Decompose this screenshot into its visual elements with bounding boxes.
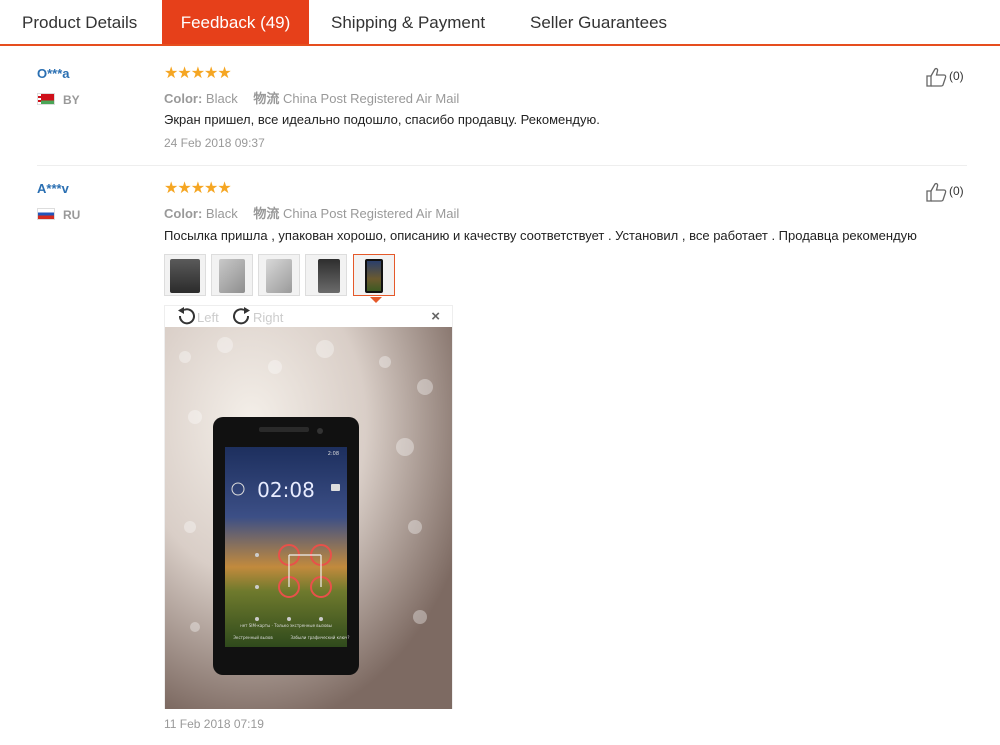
- rotate-right-button[interactable]: Right: [231, 307, 283, 327]
- phone-notice-3: Забыли графический ключ?: [291, 635, 350, 640]
- close-icon[interactable]: ×: [431, 306, 440, 328]
- star-rating: ★★★★★: [164, 65, 232, 82]
- thumbs-up-icon: [926, 67, 947, 87]
- helpful-count: (0): [949, 69, 964, 83]
- tab-product-details[interactable]: Product Details: [22, 0, 137, 44]
- order-info: Color: Black 物流 China Post Registered Ai…: [164, 88, 459, 107]
- rotate-right-icon: [233, 307, 250, 325]
- shipping-label: 物流: [253, 206, 280, 221]
- feedback-text: Посылка пришла , упакован хорошо, описан…: [164, 228, 917, 243]
- photo-thumbnail[interactable]: [211, 254, 253, 296]
- phone-clock: 02:08: [257, 478, 315, 502]
- reviewer-name[interactable]: A***v: [37, 181, 69, 196]
- photo-thumbnail[interactable]: [258, 254, 300, 296]
- reviewer-country: RU: [63, 208, 81, 222]
- helpful-count: (0): [949, 184, 964, 198]
- phone-status-time: 2:08: [328, 451, 339, 457]
- rotate-left-label: Left: [197, 310, 219, 325]
- review-photo: 2:08 02:08 нет SIM-карты · Только экстре…: [165, 327, 452, 709]
- feedback-text: Экран пришел, все идеально подошло, спас…: [164, 112, 600, 127]
- phone-photo-illustration: 2:08 02:08 нет SIM-карты · Только экстре…: [165, 327, 452, 709]
- helpful-button[interactable]: (0): [925, 181, 964, 202]
- phone-notice-2: Экстренный вызов: [233, 635, 273, 640]
- tab-bar: Product Details Feedback (49) Shipping &…: [0, 0, 1000, 46]
- tab-seller-guarantees[interactable]: Seller Guarantees: [530, 0, 667, 44]
- flag-by-icon: [37, 93, 55, 105]
- feedback-date: 24 Feb 2018 09:37: [164, 136, 265, 150]
- rotate-left-button[interactable]: Left: [175, 307, 219, 327]
- flag-ru-icon: [37, 208, 55, 220]
- divider: [37, 165, 967, 166]
- color-label: Color:: [164, 206, 203, 221]
- shipping-value: China Post Registered Air Mail: [282, 206, 460, 221]
- reviewer-name[interactable]: O***a: [37, 66, 70, 81]
- photo-thumbnail-selected[interactable]: [353, 254, 395, 296]
- color-label: Color:: [164, 91, 203, 106]
- viewer-toolbar: Left Right ×: [165, 306, 452, 326]
- selected-thumbnail-pointer: [370, 297, 382, 303]
- rotate-left-icon: [178, 307, 195, 325]
- photo-thumbnail[interactable]: [164, 254, 206, 296]
- feedback-date: 11 Feb 2018 07:19: [164, 717, 264, 731]
- photo-viewer: Left Right × 2:08 02:08 нет SIM-карты · …: [164, 305, 453, 709]
- shipping-label: 物流: [253, 91, 280, 106]
- helpful-button[interactable]: (0): [925, 66, 964, 87]
- color-value: Black: [205, 91, 238, 106]
- phone-notice-1: нет SIM-карты · Только экстренные вызовы: [240, 623, 332, 628]
- order-info: Color: Black 物流 China Post Registered Ai…: [164, 203, 459, 222]
- tab-shipping-payment[interactable]: Shipping & Payment: [331, 0, 485, 44]
- tab-feedback[interactable]: Feedback (49): [162, 0, 309, 44]
- color-value: Black: [205, 206, 238, 221]
- rotate-right-label: Right: [253, 310, 284, 325]
- photo-thumbnail[interactable]: [305, 254, 347, 296]
- reviewer-country: BY: [63, 93, 80, 107]
- star-rating: ★★★★★: [164, 180, 232, 197]
- thumbs-up-icon: [926, 182, 947, 202]
- shipping-value: China Post Registered Air Mail: [282, 91, 460, 106]
